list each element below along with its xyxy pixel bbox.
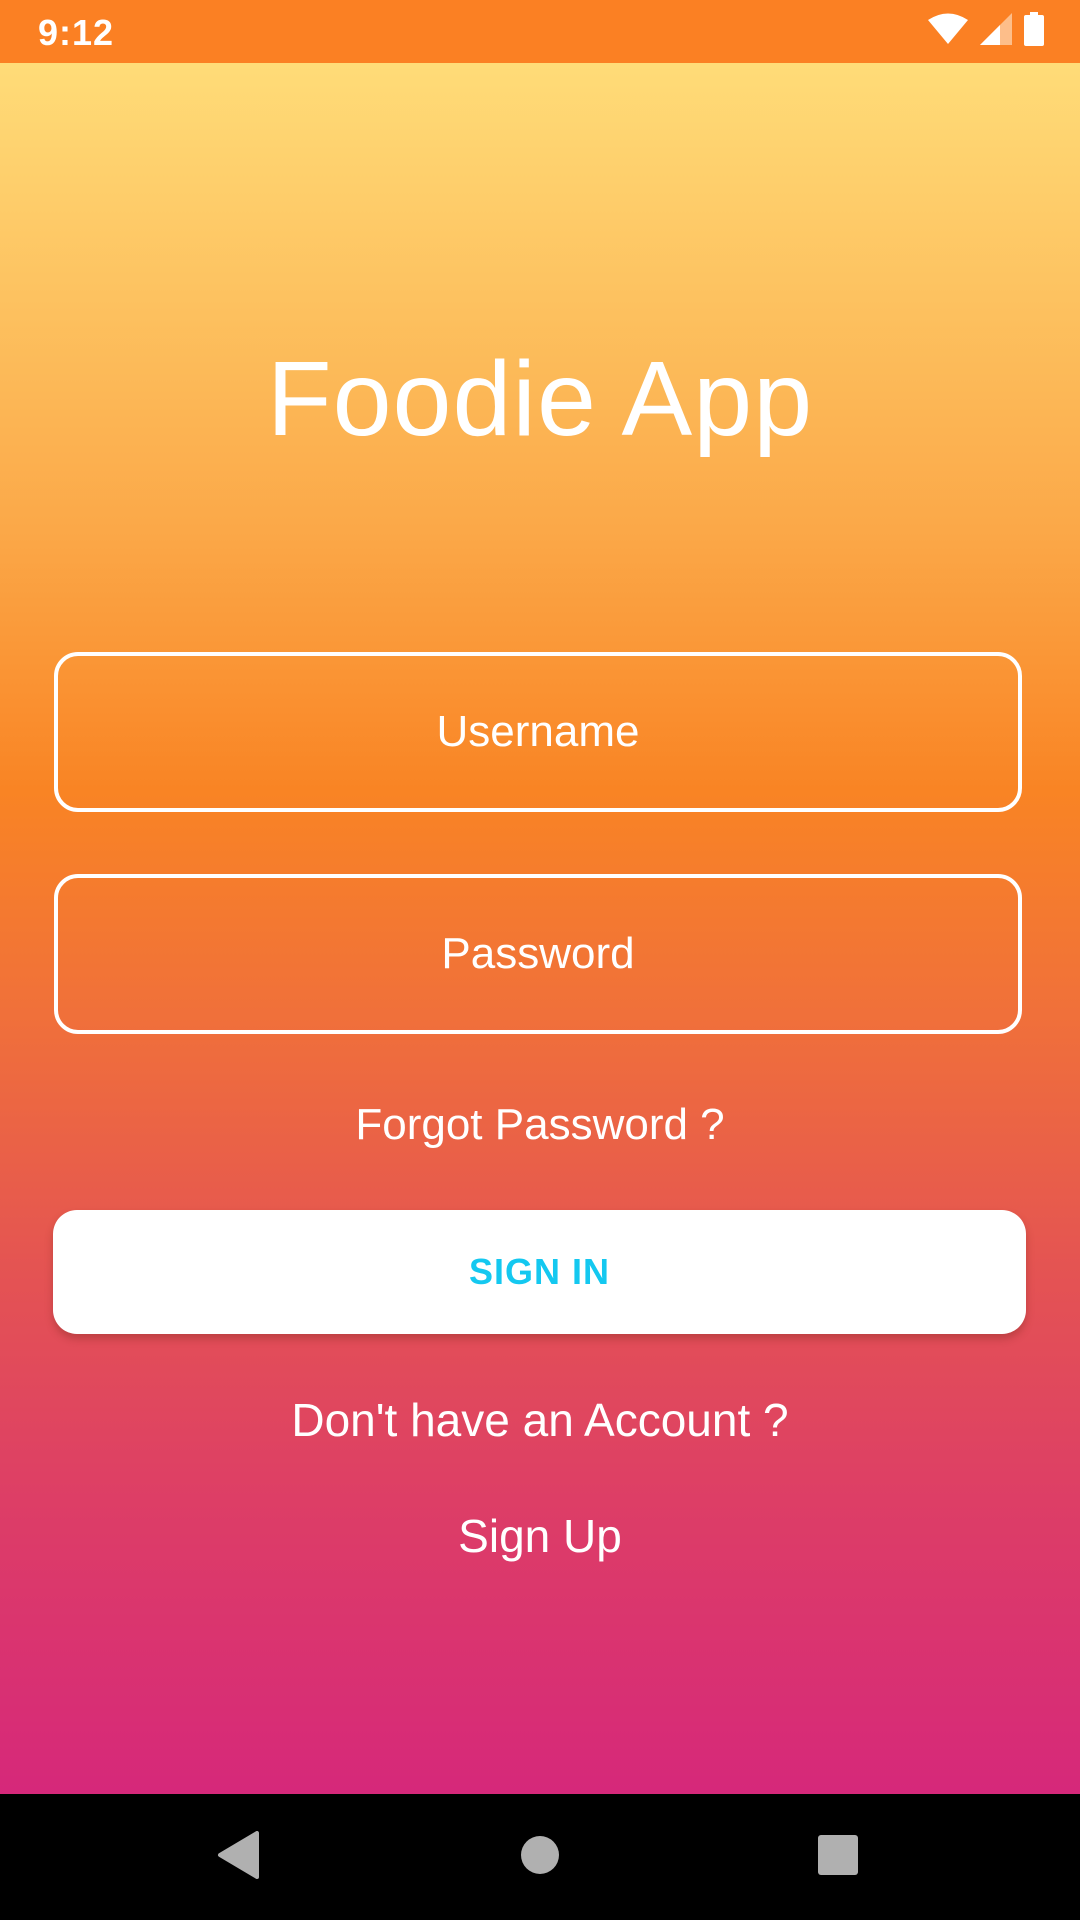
sign-in-label: SIGN IN bbox=[468, 1251, 610, 1292]
status-icons bbox=[928, 11, 1044, 51]
username-placeholder: Username bbox=[436, 707, 640, 756]
login-screen: 9:12 Foodie App Username Password Forgot… bbox=[0, 0, 1080, 1920]
sign-up-link[interactable]: Sign Up bbox=[0, 1509, 1080, 1563]
back-button[interactable] bbox=[198, 1816, 280, 1898]
login-content: Foodie App Username Password Forgot Pass… bbox=[0, 63, 1080, 1794]
password-placeholder: Password bbox=[441, 929, 635, 978]
cellular-signal-icon bbox=[980, 12, 1012, 50]
battery-icon bbox=[1024, 11, 1044, 51]
back-icon bbox=[217, 1830, 261, 1884]
home-icon bbox=[520, 1835, 560, 1880]
home-button[interactable] bbox=[499, 1816, 581, 1898]
recents-icon bbox=[818, 1834, 858, 1880]
no-account-text: Don't have an Account ? bbox=[291, 1394, 789, 1446]
navigation-bar bbox=[0, 1794, 1080, 1920]
app-title: Foodie App bbox=[266, 340, 814, 458]
forgot-password-link[interactable]: Forgot Password ? bbox=[0, 1100, 1080, 1150]
status-time: 9:12 bbox=[38, 12, 115, 53]
recents-button[interactable] bbox=[797, 1816, 879, 1898]
status-bar: 9:12 bbox=[0, 0, 1080, 63]
wifi-icon bbox=[928, 13, 968, 50]
password-field[interactable]: Password bbox=[54, 874, 1022, 1034]
sign-in-button[interactable]: SIGN IN bbox=[53, 1210, 1026, 1334]
username-field[interactable]: Username bbox=[54, 652, 1022, 812]
